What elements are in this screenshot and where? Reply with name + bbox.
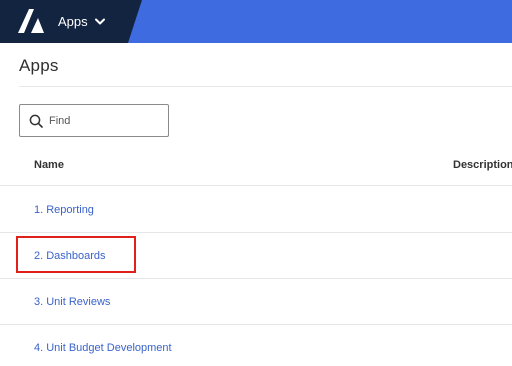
apps-menu-label: Apps <box>58 14 88 29</box>
column-header-name[interactable]: Name <box>34 159 64 171</box>
search-icon <box>29 114 43 128</box>
app-link-dashboards[interactable]: 2. Dashboards <box>34 250 106 262</box>
top-navigation-bar: Apps <box>0 0 512 43</box>
table-row: 3. Unit Reviews <box>0 279 512 325</box>
divider <box>19 86 512 87</box>
table-header: Name Description <box>0 150 512 186</box>
search-box[interactable] <box>19 104 169 137</box>
table-row: 4. Unit Budget Development <box>0 325 512 366</box>
table-row: 1. Reporting <box>0 187 512 233</box>
app-link-reporting[interactable]: 1. Reporting <box>34 204 94 216</box>
column-header-description[interactable]: Description <box>453 159 512 171</box>
search-input[interactable] <box>49 114 159 127</box>
apps-menu-button[interactable]: Apps <box>58 0 105 43</box>
app-link-unit-reviews[interactable]: 3. Unit Reviews <box>34 296 110 308</box>
app-link-unit-budget-development[interactable]: 4. Unit Budget Development <box>34 342 172 354</box>
chevron-down-icon <box>94 18 105 25</box>
table-row: 2. Dashboards <box>0 233 512 279</box>
app-logo-icon[interactable] <box>18 9 44 33</box>
page-title: Apps <box>19 56 59 75</box>
